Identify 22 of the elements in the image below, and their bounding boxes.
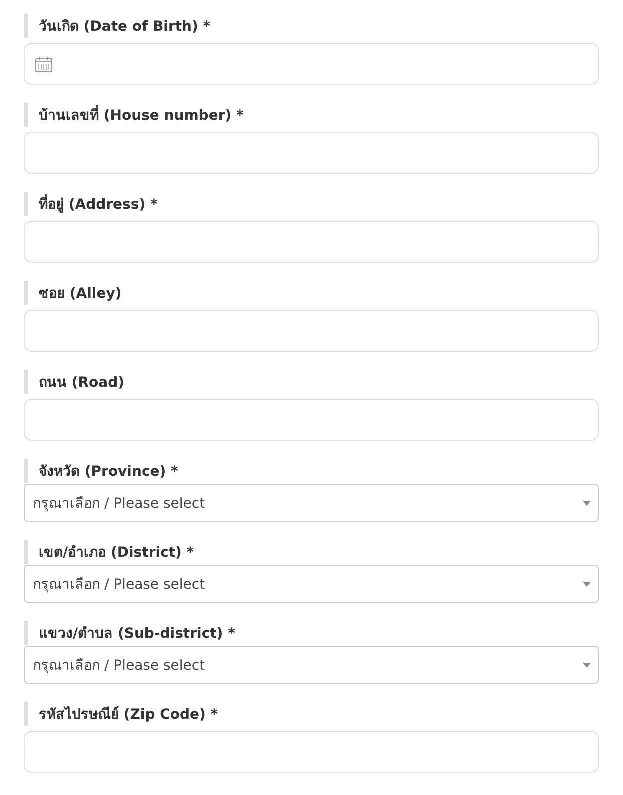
input-field[interactable]: [24, 399, 599, 441]
field-label: บ้านเลขที่ (House number) *: [39, 104, 244, 126]
calendar-icon: [35, 56, 53, 72]
field-label: รหัสไปรษณีย์ (Zip Code) *: [39, 705, 218, 725]
field-label: เขต/อำเภอ (District) *: [39, 544, 194, 563]
field-label: จังหวัด (Province) *: [39, 463, 178, 482]
field-label: ที่อยู่ (Address) *: [39, 193, 158, 215]
field-label: วันเกิด (Date of Birth) *: [39, 18, 211, 37]
input-field[interactable]: [24, 310, 599, 352]
input-field[interactable]: [24, 731, 599, 773]
field-label: ซอย (Alley): [39, 285, 122, 304]
date-field[interactable]: [24, 43, 599, 85]
field-label: ถนน (Road): [39, 374, 125, 393]
input-field[interactable]: [24, 132, 599, 174]
caret-icon: [583, 500, 591, 506]
select-dropdown[interactable]: กรุณาเลือก / Please select: [24, 484, 599, 522]
field-label: แขวง/ตำบล (Sub-district) *: [39, 625, 236, 644]
caret-icon: [583, 582, 591, 586]
select-dropdown[interactable]: กรุณาเลือก / Please select: [24, 646, 599, 684]
select-dropdown[interactable]: กรุณาเลือก / Please select: [24, 565, 599, 603]
caret-icon: [583, 662, 591, 668]
input-field[interactable]: [24, 221, 599, 263]
